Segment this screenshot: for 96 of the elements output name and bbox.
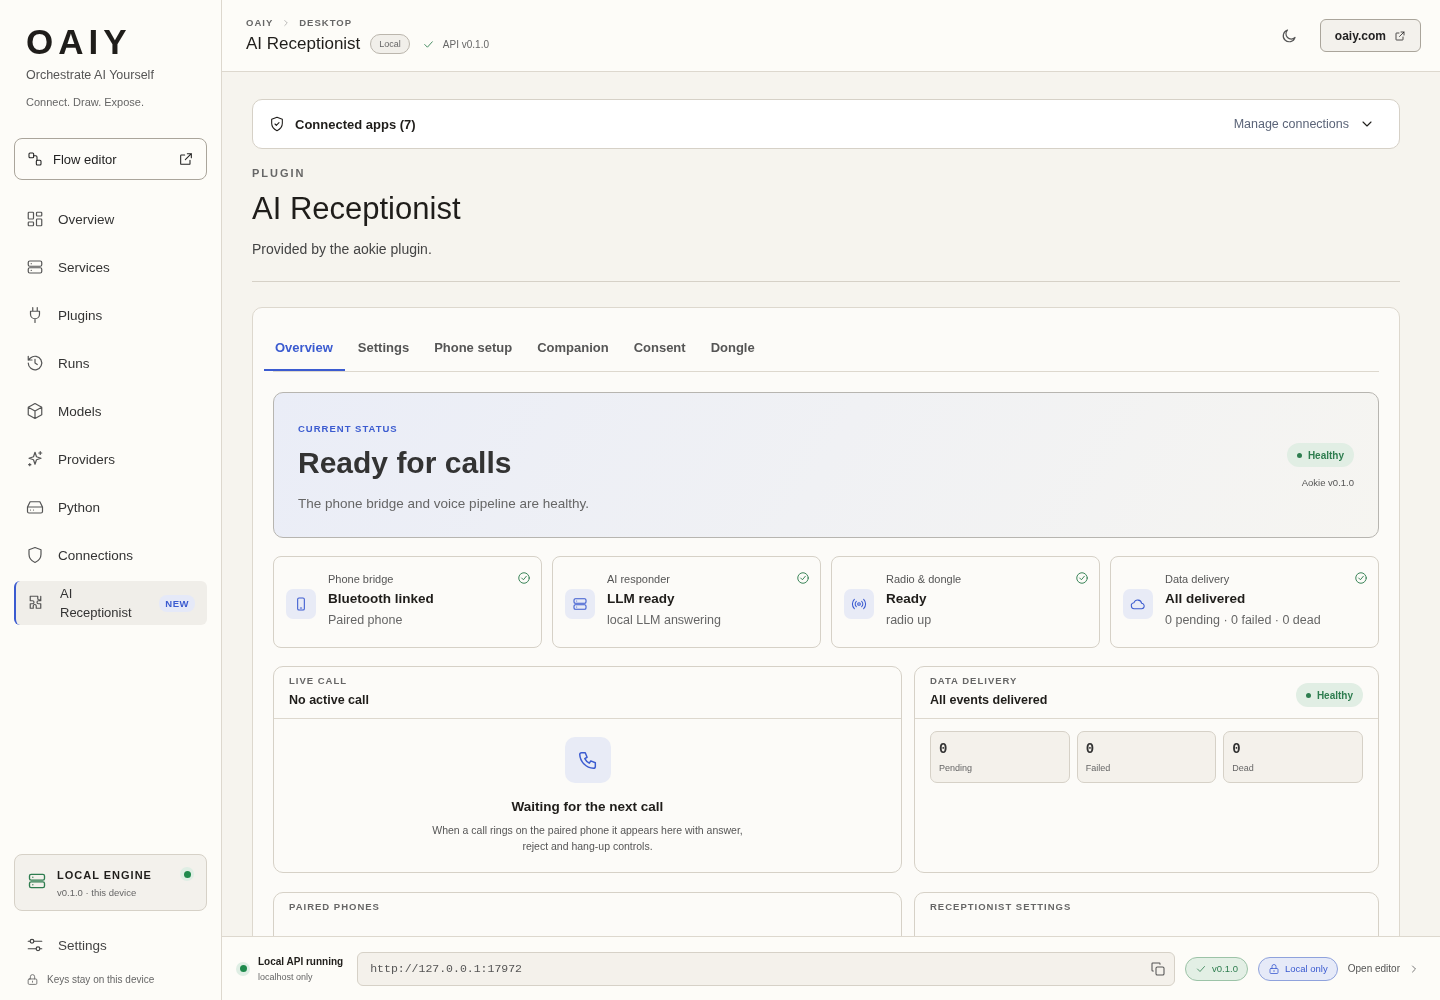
api-status: Local API running bbox=[258, 955, 344, 967]
motto: Connect. Draw. Expose. bbox=[26, 96, 145, 108]
nav-item[interactable]: Services bbox=[14, 243, 207, 291]
counter-label: Failed bbox=[1085, 763, 1112, 773]
status-label: CURRENT STATUS bbox=[298, 423, 399, 434]
external-link-icon bbox=[178, 151, 194, 167]
cloud-icon bbox=[1123, 589, 1153, 619]
tab[interactable]: Dongle bbox=[699, 322, 767, 371]
api-version: API v0.1.0 bbox=[442, 38, 489, 50]
component-title: All delivered bbox=[1165, 591, 1247, 606]
health-badge: Healthy bbox=[1295, 683, 1363, 707]
nav-item[interactable]: Plugins bbox=[14, 291, 207, 339]
connected-apps-bar[interactable]: Connected apps (7) Manage connections bbox=[252, 99, 1400, 149]
radio-icon bbox=[844, 589, 874, 619]
flow-icon bbox=[27, 151, 43, 167]
component-label: Phone bridge bbox=[328, 573, 395, 585]
new-badge: NEW bbox=[159, 594, 195, 612]
card-title: All events delivered bbox=[930, 693, 1049, 707]
phone-icon bbox=[286, 589, 316, 619]
page-title: AI Receptionist bbox=[246, 34, 361, 54]
tagline: Orchestrate AI Yourself bbox=[26, 68, 155, 82]
plugin-title: AI Receptionist bbox=[252, 191, 462, 227]
footnote-text: Keys stay on this device bbox=[47, 974, 155, 985]
component-title: Ready bbox=[886, 591, 928, 606]
card-label: PAIRED PHONES bbox=[289, 901, 380, 912]
counter-value: 0 bbox=[1232, 741, 1242, 757]
version-text: Aokie v0.1.0 bbox=[1301, 477, 1354, 488]
nav-item[interactable]: Connections bbox=[14, 531, 207, 579]
component-detail: 0 pending · 0 failed · 0 dead bbox=[1165, 613, 1322, 627]
section-label: PLUGIN bbox=[252, 167, 307, 179]
breadcrumb-item[interactable]: DESKTOP bbox=[299, 17, 352, 28]
plugin-description: Provided by the aokie plugin. bbox=[252, 241, 433, 257]
counter-value: 0 bbox=[939, 741, 949, 757]
shield-icon bbox=[26, 546, 44, 564]
nav-item[interactable]: Python bbox=[14, 483, 207, 531]
server-icon bbox=[565, 589, 595, 619]
local-only-pill: Local only bbox=[1257, 956, 1338, 981]
engine-subtitle: v0.1.0 · this device bbox=[57, 887, 138, 898]
empty-text: When a call rings on the paired phone it appears here with answer, reject and hang-up controls. bbox=[431, 823, 744, 854]
version-pill: v0.1.0 bbox=[1185, 956, 1248, 981]
tab[interactable]: Companion bbox=[526, 322, 621, 371]
shield-check-icon bbox=[269, 116, 285, 132]
sliders-icon bbox=[26, 936, 44, 954]
api-substatus: localhost only bbox=[258, 971, 314, 982]
copy-icon[interactable] bbox=[1150, 960, 1167, 977]
url-field[interactable]: http://127.0.0.1:17972 bbox=[357, 951, 1176, 986]
component-detail: local LLM answering bbox=[607, 613, 722, 627]
component-label: AI responder bbox=[607, 573, 671, 585]
component-title: LLM ready bbox=[607, 591, 676, 606]
nav-item[interactable]: Models bbox=[14, 387, 207, 435]
cube-icon bbox=[26, 402, 44, 420]
server-icon bbox=[27, 871, 47, 891]
engine-card[interactable]: LOCAL ENGINE v0.1.0 · this device bbox=[14, 854, 207, 911]
flow-editor-button[interactable]: Flow editor bbox=[14, 138, 207, 180]
counter-label: Dead bbox=[1232, 763, 1255, 773]
tab[interactable]: Settings bbox=[346, 322, 422, 371]
card-title: No active call bbox=[289, 693, 369, 707]
website-button[interactable]: oaiy.com bbox=[1319, 19, 1421, 52]
tab[interactable]: Phone setup bbox=[423, 322, 525, 371]
component-detail: radio up bbox=[886, 613, 933, 627]
tab[interactable]: Overview bbox=[264, 322, 345, 371]
component-detail: Paired phone bbox=[328, 613, 404, 627]
counter-value: 0 bbox=[1085, 741, 1096, 757]
external-link-icon bbox=[1394, 29, 1406, 42]
component-title: Bluetooth linked bbox=[328, 591, 435, 606]
card-label: RECEPTIONIST SETTINGS bbox=[930, 901, 1072, 912]
nav-item[interactable]: Overview bbox=[14, 195, 207, 243]
engine-title: LOCAL ENGINE bbox=[57, 869, 153, 881]
manage-connections-link[interactable]: Manage connections bbox=[1233, 117, 1349, 131]
open-editor-link[interactable]: Open editor bbox=[1347, 962, 1420, 975]
phone-icon bbox=[564, 737, 611, 783]
nav-item[interactable]: AI Receptionist NEW bbox=[14, 581, 207, 625]
local-badge: Local bbox=[370, 34, 410, 54]
logo: OAIY bbox=[26, 24, 133, 60]
component-label: Radio & dongle bbox=[886, 573, 963, 585]
settings-link[interactable]: Settings bbox=[14, 925, 207, 965]
nav-item[interactable]: Providers bbox=[14, 435, 207, 483]
lock-icon bbox=[1267, 962, 1280, 975]
card-label: LIVE CALL bbox=[289, 675, 349, 686]
status-description: The phone bridge and voice pipeline are healthy. bbox=[298, 496, 590, 511]
tab[interactable]: Consent bbox=[622, 322, 698, 371]
status-title: Ready for calls bbox=[298, 446, 513, 480]
history-icon bbox=[26, 354, 44, 372]
connected-apps-label: Connected apps (7) bbox=[295, 116, 416, 132]
health-badge: Healthy bbox=[1286, 443, 1354, 467]
empty-title: Waiting for the next call bbox=[511, 799, 664, 814]
drive-icon bbox=[26, 498, 44, 516]
lock-icon bbox=[26, 973, 39, 986]
counter-label: Pending bbox=[939, 763, 974, 773]
breadcrumb-item[interactable]: OAIY bbox=[246, 17, 274, 28]
card-label: DATA DELIVERY bbox=[930, 675, 1019, 686]
server-icon bbox=[26, 258, 44, 276]
component-label: Data delivery bbox=[1165, 573, 1231, 585]
nav-item[interactable]: Runs bbox=[14, 339, 207, 387]
grid-icon bbox=[26, 210, 44, 228]
sparkle-icon bbox=[26, 450, 44, 468]
